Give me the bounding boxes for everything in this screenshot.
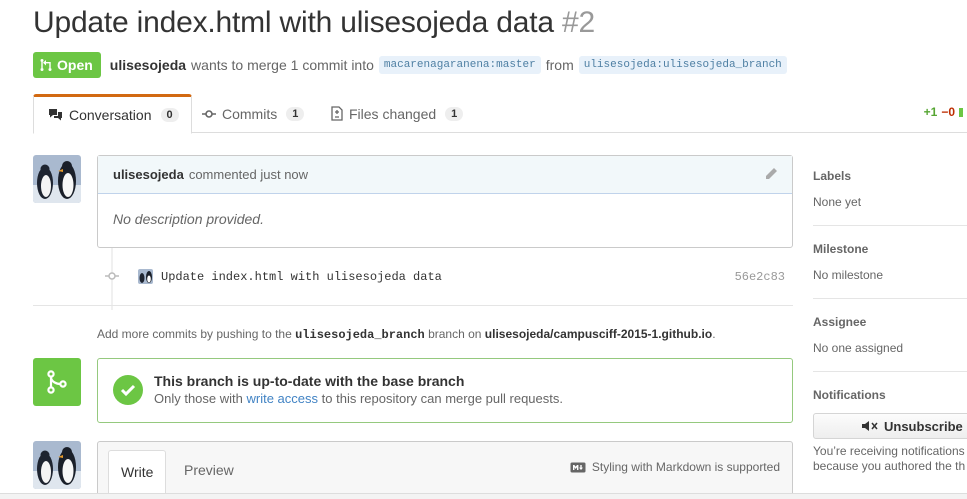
unsubscribe-label: Unsubscribe xyxy=(884,418,963,434)
hint-middle: branch on xyxy=(428,327,482,341)
write-access-link[interactable]: write access xyxy=(247,391,319,406)
merge-desc-prefix: Only those with xyxy=(154,391,243,406)
labels-title: Labels xyxy=(813,169,852,183)
state-label: Open xyxy=(57,57,93,73)
pr-meta: Open ulisesojeda wants to merge 1 commit… xyxy=(33,52,792,78)
hint-suffix: . xyxy=(712,327,716,341)
milestone-title: Milestone xyxy=(813,242,869,256)
comment-action: commented xyxy=(188,167,257,182)
merge-text: wants to merge 1 commit into xyxy=(191,57,374,73)
tab-files-changed-count: 1 xyxy=(445,106,464,121)
merge-desc-suffix: to this repository can merge pull reques… xyxy=(321,391,563,406)
labels-value: None yet xyxy=(813,195,862,209)
tab-files-changed[interactable]: Files changed 1 xyxy=(331,94,464,133)
pencil-icon[interactable] xyxy=(764,167,778,184)
markdown-icon xyxy=(570,462,586,472)
merge-status-box: This branch is up-to-date with the base … xyxy=(97,358,793,423)
pr-author-link[interactable]: ulisesojeda xyxy=(110,57,186,73)
pr-title: Update index.html with ulisesojeda data … xyxy=(33,6,595,40)
avatar[interactable] xyxy=(33,441,81,489)
file-diff-icon xyxy=(331,106,343,121)
git-pull-request-icon xyxy=(40,59,52,71)
commit-row: Update index.html with ulisesojeda data … xyxy=(97,265,793,289)
git-commit-icon xyxy=(202,109,216,118)
milestone-section[interactable]: Milestone No milestone xyxy=(813,242,967,282)
comment-body: No description provided. xyxy=(113,211,264,227)
markdown-hint-label: Styling with Markdown is supported xyxy=(591,460,780,474)
diffstat: +1 −0 xyxy=(924,105,963,119)
tab-commits[interactable]: Commits 1 xyxy=(202,94,305,133)
hint-branch: ulisesojeda_branch xyxy=(295,328,425,342)
head-branch-ref[interactable]: ulisesojeda:ulisesojeda_branch xyxy=(578,56,787,74)
merge-status-title: This branch is up-to-date with the base … xyxy=(154,373,465,389)
write-tab[interactable]: Write xyxy=(108,450,167,494)
timeline-separator xyxy=(33,305,793,306)
pr-tabs: Conversation 0 Commits 1 Files changed 1… xyxy=(33,94,967,134)
diffstat-deletions: −0 xyxy=(941,105,955,119)
notification-reason-line1: You’re receiving notifications xyxy=(813,444,965,458)
preview-tab[interactable]: Preview xyxy=(172,450,246,490)
base-branch-ref[interactable]: macarenagaranena:master xyxy=(378,56,541,74)
assignee-section[interactable]: Assignee No one assigned xyxy=(813,315,967,355)
pr-title-text: Update index.html with ulisesojeda data xyxy=(33,6,554,39)
assignee-title: Assignee xyxy=(813,315,867,329)
notification-reason: You’re receiving notifications because y… xyxy=(813,444,967,474)
tab-conversation[interactable]: Conversation 0 xyxy=(33,94,192,134)
tab-files-changed-label: Files changed xyxy=(349,105,437,122)
markdown-hint[interactable]: Styling with Markdown is supported xyxy=(570,460,780,474)
diffstat-additions: +1 xyxy=(923,105,938,119)
notification-reason-line2: because you authored the th xyxy=(813,459,966,473)
tab-conversation-label: Conversation xyxy=(69,107,152,123)
tab-conversation-count: 0 xyxy=(160,108,179,122)
notifications-title: Notifications xyxy=(813,388,886,402)
hint-repo: ulisesojeda/campusciff-2015-1.github.io xyxy=(484,327,713,341)
assignee-value: No one assigned xyxy=(813,341,904,355)
notifications-section: Notifications xyxy=(813,388,967,402)
pr-number: #2 xyxy=(562,6,595,39)
from-text: from xyxy=(545,57,574,73)
merge-status-desc: Only those with write access to this rep… xyxy=(154,391,563,406)
commit-message[interactable]: Update index.html with ulisesojeda data xyxy=(161,270,442,284)
avatar[interactable] xyxy=(33,155,81,203)
sidebar-divider xyxy=(813,225,967,226)
commit-sha[interactable]: 56e2c83 xyxy=(735,270,785,284)
hint-prefix: Add more commits by pushing to the xyxy=(97,327,292,341)
state-badge: Open xyxy=(33,52,101,78)
git-merge-icon xyxy=(33,358,81,406)
milestone-value: No milestone xyxy=(813,268,884,282)
window-bottom-edge xyxy=(0,493,967,499)
comment-author[interactable]: ulisesojeda xyxy=(113,167,184,182)
comment-discussion-icon xyxy=(49,109,62,121)
mute-icon xyxy=(862,421,878,431)
comment-time[interactable]: just now xyxy=(260,167,308,182)
check-icon xyxy=(113,375,143,405)
new-comment-editor: Write Preview Styling with Markdown is s… xyxy=(97,441,793,499)
push-hint: Add more commits by pushing to the ulise… xyxy=(97,327,716,342)
diffstat-bar xyxy=(959,108,963,117)
git-commit-icon xyxy=(105,270,119,284)
unsubscribe-button[interactable]: Unsubscribe xyxy=(813,413,967,439)
sidebar-divider xyxy=(813,371,967,372)
tab-commits-count: 1 xyxy=(286,106,305,121)
tab-commits-label: Commits xyxy=(222,105,278,122)
comment: ulisesojeda commented just now No descri… xyxy=(97,155,793,248)
comment-header: ulisesojeda commented just now xyxy=(98,156,792,194)
labels-section[interactable]: Labels None yet xyxy=(813,169,967,209)
commit-avatar[interactable] xyxy=(138,269,153,284)
sidebar-divider xyxy=(813,298,967,299)
